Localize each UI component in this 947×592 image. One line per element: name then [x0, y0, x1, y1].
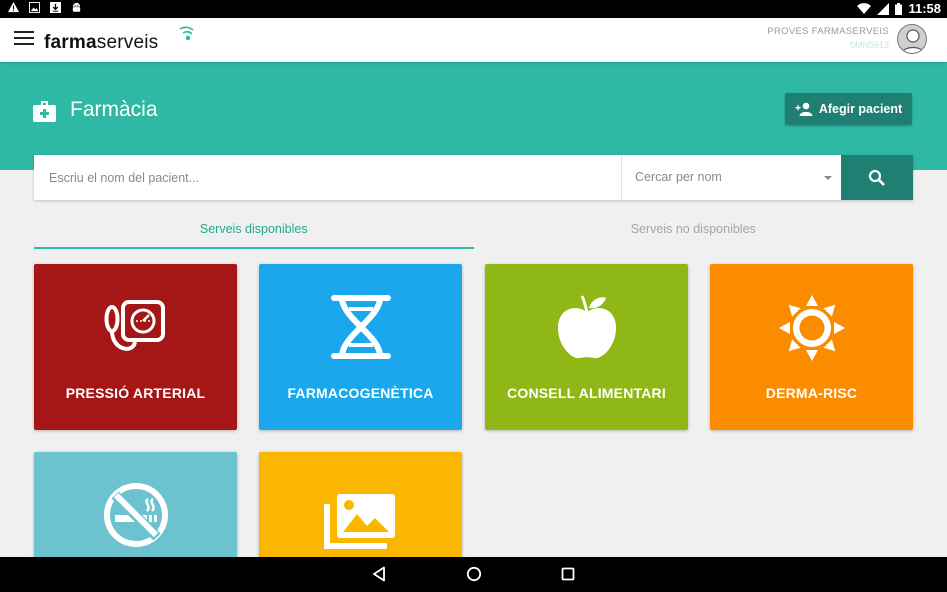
user-code: 0MN5613	[849, 40, 889, 50]
menu-icon[interactable]	[14, 31, 34, 49]
service-tile-blood-pressure[interactable]: PRESSIÓ ARTERIAL	[34, 264, 237, 430]
search-filter-value: Cercar per nom	[635, 170, 722, 184]
images-icon	[323, 494, 395, 549]
tab-available-services[interactable]: Serveis disponibles	[34, 215, 474, 249]
app-bar: farmaserveis PROVES FARMASERVEIS 0MN5613	[0, 18, 947, 62]
recents-icon[interactable]	[561, 566, 575, 582]
user-avatar-icon	[901, 29, 925, 53]
search-card: Cercar per nom	[34, 155, 913, 200]
sun-icon	[778, 295, 845, 361]
image-notification-icon	[29, 2, 40, 13]
logo-light: serveis	[96, 32, 159, 53]
android-icon	[72, 2, 81, 12]
dna-icon	[330, 295, 391, 359]
download-icon	[50, 2, 61, 13]
service-label: PRESSIÓ ARTERIAL	[65, 385, 206, 401]
logo: farmaserveis	[44, 32, 158, 54]
blood-pressure-icon	[104, 300, 165, 351]
add-person-icon	[795, 102, 813, 116]
patient-search-input[interactable]	[34, 155, 621, 200]
service-tile-derma-risk[interactable]: DERMA-RISC	[710, 264, 913, 430]
battery-icon	[895, 2, 903, 15]
signal-icon	[877, 2, 890, 15]
home-icon[interactable]	[466, 566, 482, 582]
back-icon[interactable]	[372, 566, 386, 582]
page-title: Farmàcia	[70, 98, 158, 121]
avatar[interactable]	[897, 24, 927, 54]
user-name: PROVES FARMASERVEIS	[767, 26, 889, 37]
tab-unavailable-services[interactable]: Serveis no disponibles	[474, 215, 914, 249]
logo-bold: farma	[44, 32, 97, 53]
search-filter-select[interactable]: Cercar per nom	[621, 155, 841, 200]
warning-icon	[8, 2, 19, 13]
pharmacy-header: Farmàcia Afegir pacient	[0, 62, 947, 170]
service-label: FARMACOGENÈTICA	[287, 385, 434, 401]
service-tile-pharmacogenetics[interactable]: FARMACOGENÈTICA	[259, 264, 462, 430]
status-bar: 11:58	[0, 0, 947, 18]
wifi-icon	[857, 2, 872, 14]
service-tile-nutrition-advice[interactable]: CONSELL ALIMENTARI	[485, 264, 688, 430]
medical-kit-icon	[33, 101, 56, 122]
no-smoking-icon	[103, 483, 168, 547]
service-tabs: Serveis disponibles Serveis no disponibl…	[34, 215, 913, 249]
search-button[interactable]	[841, 155, 913, 200]
status-time: 11:58	[908, 1, 941, 16]
add-patient-button[interactable]: Afegir pacient	[785, 93, 912, 125]
add-patient-label: Afegir pacient	[818, 102, 903, 116]
service-label: DERMA-RISC	[765, 385, 858, 401]
user-info[interactable]: PROVES FARMASERVEIS 0MN5613	[767, 26, 889, 50]
signal-wave-icon	[179, 26, 194, 41]
system-nav-bar	[0, 557, 947, 592]
apple-icon	[557, 295, 616, 359]
service-label: CONSELL ALIMENTARI	[507, 385, 666, 401]
caret-down-icon	[824, 176, 832, 180]
search-icon	[868, 169, 885, 186]
